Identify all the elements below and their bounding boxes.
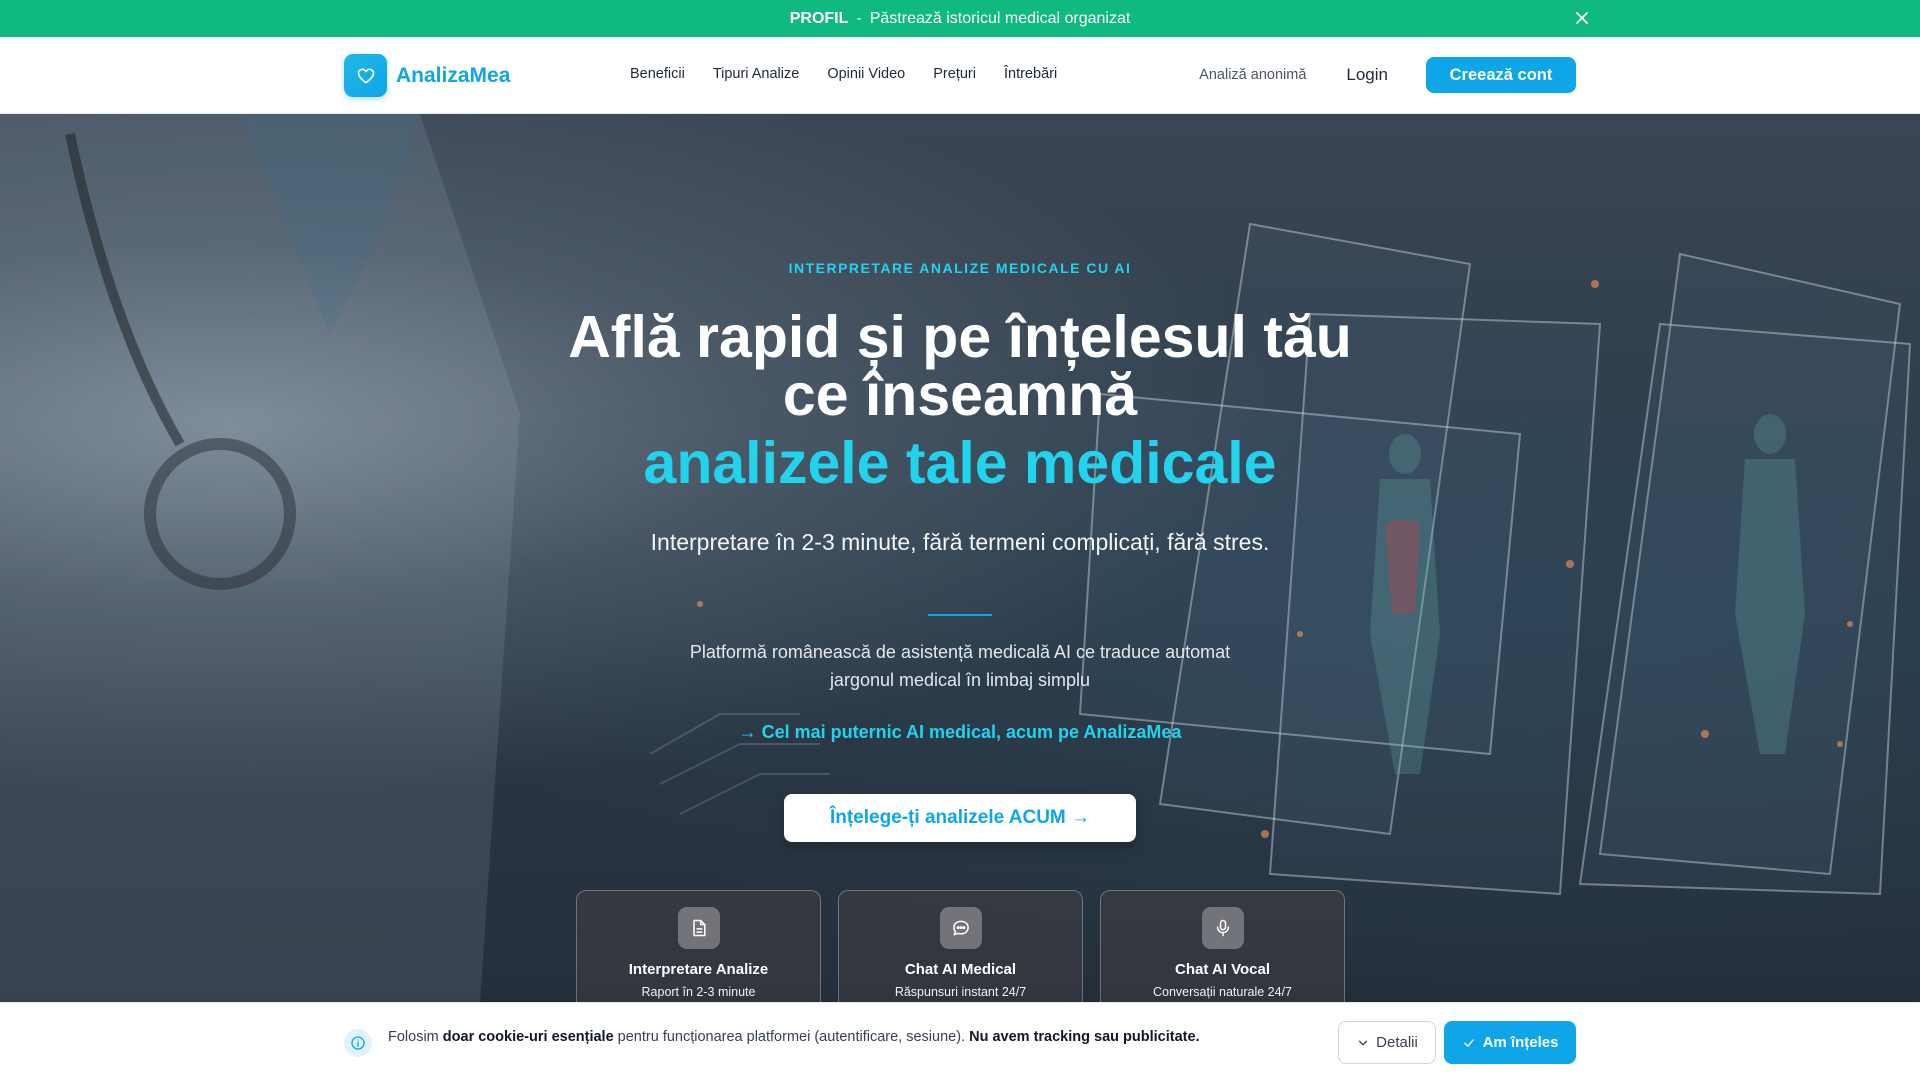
cookie-accept-button[interactable]: Am înțeles xyxy=(1444,1021,1576,1064)
login-link[interactable]: Login xyxy=(1346,65,1388,85)
chat-bubble-icon xyxy=(939,907,982,949)
header-actions: Analiză anonimă Login Creează cont xyxy=(1199,57,1576,93)
feature-card-interpretare[interactable]: Interpretare Analize Raport în 2-3 minut… xyxy=(576,890,821,1002)
chevron-down-icon xyxy=(1359,1040,1368,1046)
hero-eyebrow: INTERPRETARE ANALIZE MEDICALE CU AI xyxy=(788,260,1132,276)
nav-item-beneficii[interactable]: Beneficii xyxy=(630,66,685,82)
hero-section: INTERPRETARE ANALIZE MEDICALE CU AI Află… xyxy=(0,114,1920,1002)
feature-card-title: Chat AI Medical xyxy=(904,961,1017,978)
feature-card-chat[interactable]: Chat AI Medical Răspunsuri instant 24/7 xyxy=(838,890,1083,1002)
anonymous-analysis-link[interactable]: Analiză anonimă xyxy=(1199,67,1306,83)
cookie-text-bold2: Nu avem tracking sau publicitate. xyxy=(969,1029,1200,1045)
banner-strong: PROFIL xyxy=(789,9,849,27)
main-nav: Beneficii Tipuri Analize Opinii Video Pr… xyxy=(630,66,1057,82)
hero-background-illustration xyxy=(0,114,1912,1002)
heart-icon xyxy=(344,54,387,97)
logo[interactable]: AnalizaMea xyxy=(344,54,510,97)
cookie-details-label: Detalii xyxy=(1376,1034,1418,1051)
hero-description: Platformă românească de asistență medica… xyxy=(689,642,1231,690)
site-header: AnalizaMea Beneficii Tipuri Analize Opin… xyxy=(0,37,1920,114)
top-announcement-banner: PROFIL - Păstrează istoricul medical org… xyxy=(0,0,1920,37)
document-icon xyxy=(677,907,720,949)
nav-item-opinii-video[interactable]: Opinii Video xyxy=(827,66,905,82)
cta-button[interactable]: Înțelege-ți analizele ACUM → xyxy=(784,794,1136,842)
feature-card-vocal[interactable]: Chat AI Vocal Conversații naturale 24/7 xyxy=(1100,890,1345,1002)
hero-title: Află rapid și pe înțelesul tău ce înseam… xyxy=(0,304,1920,428)
cookie-text-bold1: doar cookie-uri esențiale xyxy=(442,1029,614,1045)
close-icon[interactable] xyxy=(1572,8,1592,28)
hero-divider xyxy=(928,614,992,616)
hero-subtitle: Interpretare în 2-3 minute, fără termeni… xyxy=(650,529,1270,555)
banner-text: Păstrează istoricul medical organizat xyxy=(869,9,1131,27)
feature-card-title: Interpretare Analize xyxy=(628,961,769,978)
checkmark-icon xyxy=(1463,1038,1474,1047)
feature-cards: Interpretare Analize Raport în 2-3 minut… xyxy=(576,890,1345,1002)
cookie-details-button[interactable]: Detalii xyxy=(1338,1021,1436,1064)
feature-card-subtitle: Conversații naturale 24/7 xyxy=(1153,985,1292,999)
cookie-consent-bar: Folosim doar cookie-uri esențiale pentru… xyxy=(0,1002,1920,1080)
info-icon xyxy=(344,1029,372,1057)
feature-card-title: Chat AI Vocal xyxy=(1174,961,1271,978)
hero-title-line1: Află rapid și pe înțelesul tău xyxy=(568,304,1352,370)
feature-card-subtitle: Raport în 2-3 minute xyxy=(641,985,756,999)
microphone-icon xyxy=(1201,907,1244,949)
nav-item-tipuri-analize[interactable]: Tipuri Analize xyxy=(713,66,800,82)
nav-item-intrebari[interactable]: Întrebări xyxy=(1004,66,1057,82)
create-account-button[interactable]: Creează cont xyxy=(1426,57,1576,93)
banner-separator: - xyxy=(856,9,862,27)
logo-text: AnalizaMea xyxy=(396,63,511,87)
cookie-accept-label: Am înțeles xyxy=(1482,1034,1559,1051)
hero-promo-link[interactable]: → Cel mai puternic AI medical, acum pe A… xyxy=(0,722,1920,743)
cookie-text: Folosim doar cookie-uri esențiale pentru… xyxy=(388,1029,1200,1045)
nav-item-preturi[interactable]: Prețuri xyxy=(933,66,976,82)
cookie-text-pre: Folosim xyxy=(388,1029,439,1045)
hero-title-line2: ce înseamnă xyxy=(782,362,1138,428)
cookie-text-mid: pentru funcționarea platformei (autentif… xyxy=(617,1029,966,1045)
feature-card-subtitle: Răspunsuri instant 24/7 xyxy=(894,985,1027,999)
hero-title-accent: analizele tale medicale xyxy=(643,430,1277,496)
